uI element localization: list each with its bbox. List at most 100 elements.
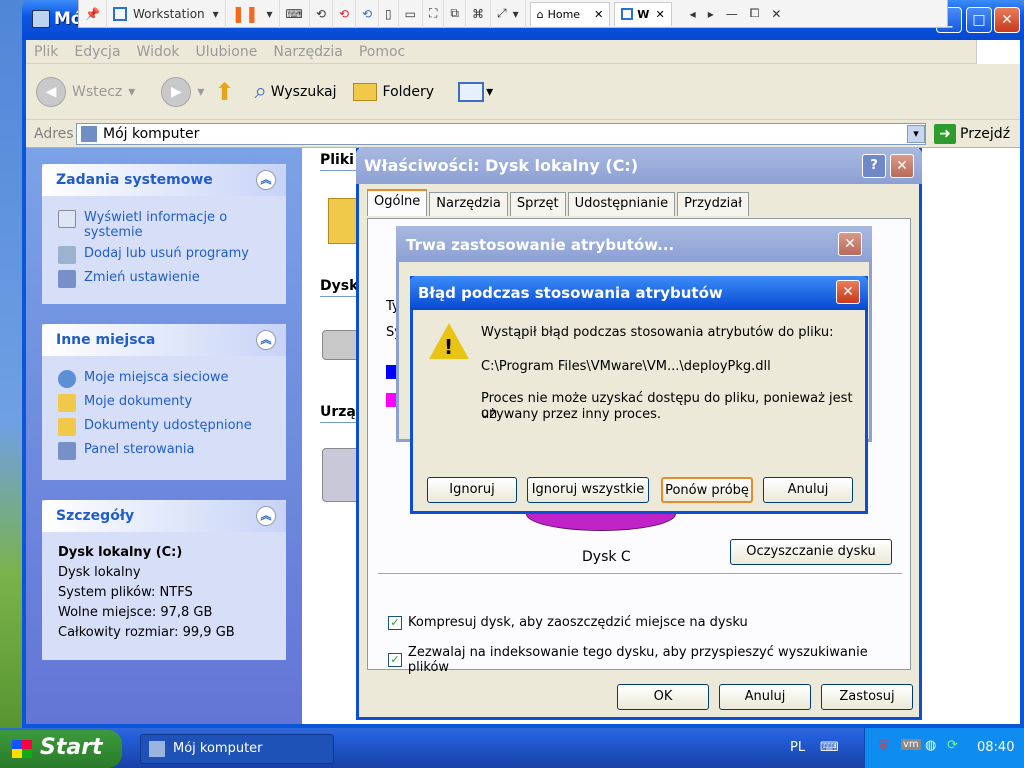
start-label: Start [40, 735, 103, 760]
chevron-down-icon[interactable]: ▾ [128, 84, 135, 100]
ok-button[interactable]: OK [617, 684, 709, 710]
terminal-button[interactable]: ⌘ [466, 0, 491, 28]
place-network[interactable]: Moje miejsca sieciowe [58, 370, 274, 388]
collapse-chevron-icon[interactable]: ︽ [256, 506, 276, 526]
forward-button[interactable]: ▶ ▾ [161, 76, 204, 107]
close-button[interactable]: ✕ [890, 154, 914, 178]
tab-home[interactable]: ⌂ Home ✕ [529, 1, 611, 26]
tab-general[interactable]: Ogólne [367, 189, 428, 216]
place-my-documents[interactable]: Moje dokumenty [58, 394, 274, 412]
pause-button[interactable]: ❚❚ ▾ [226, 0, 280, 28]
other-places-header[interactable]: Inne miejsca ︽ [42, 324, 286, 356]
keyboard-icon[interactable]: ⌨ [820, 740, 839, 755]
apply-button[interactable]: Zastosuj [821, 684, 913, 710]
error-titlebar[interactable]: Błąd podczas stosowania atrybutów ✕ [410, 276, 868, 310]
index-checkbox[interactable]: ✓ Zezwalaj na indeksowanie tego dysku, a… [388, 645, 910, 675]
snapshot-button[interactable]: ⟲ [310, 0, 333, 28]
tab-sharing[interactable]: Udostępnianie [567, 192, 676, 216]
collapse-chevron-icon[interactable]: ︽ [256, 170, 276, 190]
go-button[interactable]: ➜ Przejdź [934, 123, 1010, 144]
close-icon[interactable]: ✕ [594, 8, 603, 21]
system-tasks-title: Zadania systemowe [56, 172, 213, 188]
ignore-all-button[interactable]: Ignoruj wszystkie [527, 477, 649, 503]
menu-view[interactable]: Widok [129, 44, 188, 60]
windows-logo-icon [976, 40, 1020, 64]
tab-scroll-left[interactable]: ◂ [684, 0, 702, 28]
chevron-down-icon[interactable]: ▾ [907, 124, 925, 143]
place-shared-documents[interactable]: Dokumenty udostępnione [58, 418, 274, 436]
tab-hardware[interactable]: Sprzęt [509, 192, 566, 216]
snapshot-manager-button[interactable]: ⟲ [356, 0, 380, 28]
vmware-toolbar: 📌 Workstation ▾ ❚❚ ▾ ⌨ ⟲ ⟲ ⟲ ▯ ▭ ⛶ ⧉ ⌘ ⤢ ▾… [78, 0, 948, 28]
chevron-down-icon: ▾ [212, 6, 219, 21]
up-folder-button[interactable]: ⬆ [214, 78, 234, 106]
close-icon[interactable]: ✕ [655, 8, 664, 21]
retry-button[interactable]: Ponów próbę [661, 477, 753, 503]
chevron-down-icon[interactable]: ▾ [197, 84, 204, 100]
pin-button[interactable]: 📌 [79, 0, 107, 28]
vm-minimize-button[interactable]: — [720, 0, 744, 28]
menu-tools[interactable]: Narzędzia [265, 44, 350, 60]
help-button[interactable]: ? [862, 154, 886, 178]
maximize-button[interactable]: □ [966, 7, 992, 33]
update-icon[interactable]: ⟳ [947, 738, 958, 753]
tab-vm[interactable]: W ✕ [614, 1, 672, 26]
task-add-remove-programs[interactable]: Dodaj lub usuń programy [58, 246, 274, 264]
back-button[interactable]: ◀ Wstecz ▾ [36, 76, 135, 107]
address-input[interactable]: Mój komputer ▾ [76, 122, 926, 145]
removable-drive-icon[interactable] [322, 448, 360, 502]
tab-scroll-right[interactable]: ▸ [702, 0, 720, 28]
details-header[interactable]: Szczegóły ︽ [42, 500, 286, 532]
hard-drive-icon[interactable] [322, 330, 360, 360]
progress-titlebar[interactable]: Trwa zastosowanie atrybutów... ✕ [396, 226, 872, 262]
snapshot-manager-icon: ⟲ [361, 6, 373, 21]
tab-tools[interactable]: Narzędzia [429, 192, 508, 216]
vm-selector[interactable]: Workstation ▾ [107, 0, 226, 28]
task-view-system-info[interactable]: Wyświetl informacje o systemie [58, 210, 274, 240]
fit-guest-button[interactable]: ⛶ [423, 0, 445, 28]
ignore-button[interactable]: Ignoruj [427, 477, 517, 503]
security-shield-icon[interactable]: ⛨ [879, 739, 889, 754]
search-button[interactable]: ⌕ Wyszukaj [254, 79, 336, 104]
collapse-chevron-icon[interactable]: ︽ [256, 330, 276, 350]
tab-quota[interactable]: Przydział [677, 192, 749, 216]
close-button[interactable]: ✕ [836, 280, 860, 304]
view-split-button[interactable]: ▭ [399, 0, 423, 28]
taskbar-item-my-computer[interactable]: Mój komputer [140, 734, 334, 764]
close-button[interactable]: ✕ [838, 232, 862, 256]
view-console-button[interactable]: ▯ [379, 0, 399, 28]
send-ctrl-alt-del-button[interactable]: ⌨ [280, 0, 310, 28]
fullscreen-button[interactable]: ⤢ ▾ [491, 0, 526, 28]
start-button[interactable]: Start [0, 730, 122, 768]
unity-button[interactable]: ⧉ [444, 0, 466, 28]
keyboard-icon: ⌨ [285, 6, 303, 21]
system-tasks-header[interactable]: Zadania systemowe ︽ [42, 164, 286, 196]
properties-title: Właściwości: Dysk lokalny (C:) [364, 156, 639, 175]
vmware-tools-icon[interactable]: vm [901, 739, 921, 750]
views-button[interactable]: ▾ [458, 81, 493, 102]
cancel-button[interactable]: Anuluj [719, 684, 811, 710]
menu-help[interactable]: Pomoc [351, 44, 413, 60]
network-icon[interactable]: ◍ [925, 738, 936, 753]
task-change-setting[interactable]: Zmień ustawienie [58, 270, 274, 288]
properties-titlebar[interactable]: Właściwości: Dysk lokalny (C:) ? ✕ [356, 148, 922, 184]
close-button[interactable]: ✕ [994, 7, 1020, 33]
cancel-button[interactable]: Anuluj [763, 477, 853, 503]
place-label: Moje miejsca sieciowe [84, 370, 229, 385]
language-indicator[interactable]: PL [790, 740, 805, 755]
place-control-panel[interactable]: Panel sterowania [58, 442, 274, 460]
menu-file[interactable]: Plik [26, 44, 66, 60]
menu-edit[interactable]: Edycja [66, 44, 128, 60]
folders-button[interactable]: Foldery [352, 82, 434, 101]
vm-restore-button[interactable]: ⧠ [744, 0, 766, 28]
details-total-size: Całkowity rozmiar: 99,9 GB [58, 625, 235, 640]
chevron-down-icon: ▾ [512, 6, 519, 21]
revert-snapshot-button[interactable]: ⟲ [333, 0, 356, 28]
clock[interactable]: 08:40 [977, 740, 1014, 755]
menu-favorites[interactable]: Ulubione [188, 44, 266, 60]
compress-checkbox[interactable]: ✓ Kompresuj dysk, aby zaoszczędzić miejs… [388, 615, 748, 630]
place-label: Moje dokumenty [84, 394, 193, 409]
disk-cleanup-button[interactable]: Oczyszczanie dysku [730, 539, 892, 565]
folder-icon[interactable] [328, 198, 358, 244]
vm-close-button[interactable]: ✕ [765, 0, 787, 28]
